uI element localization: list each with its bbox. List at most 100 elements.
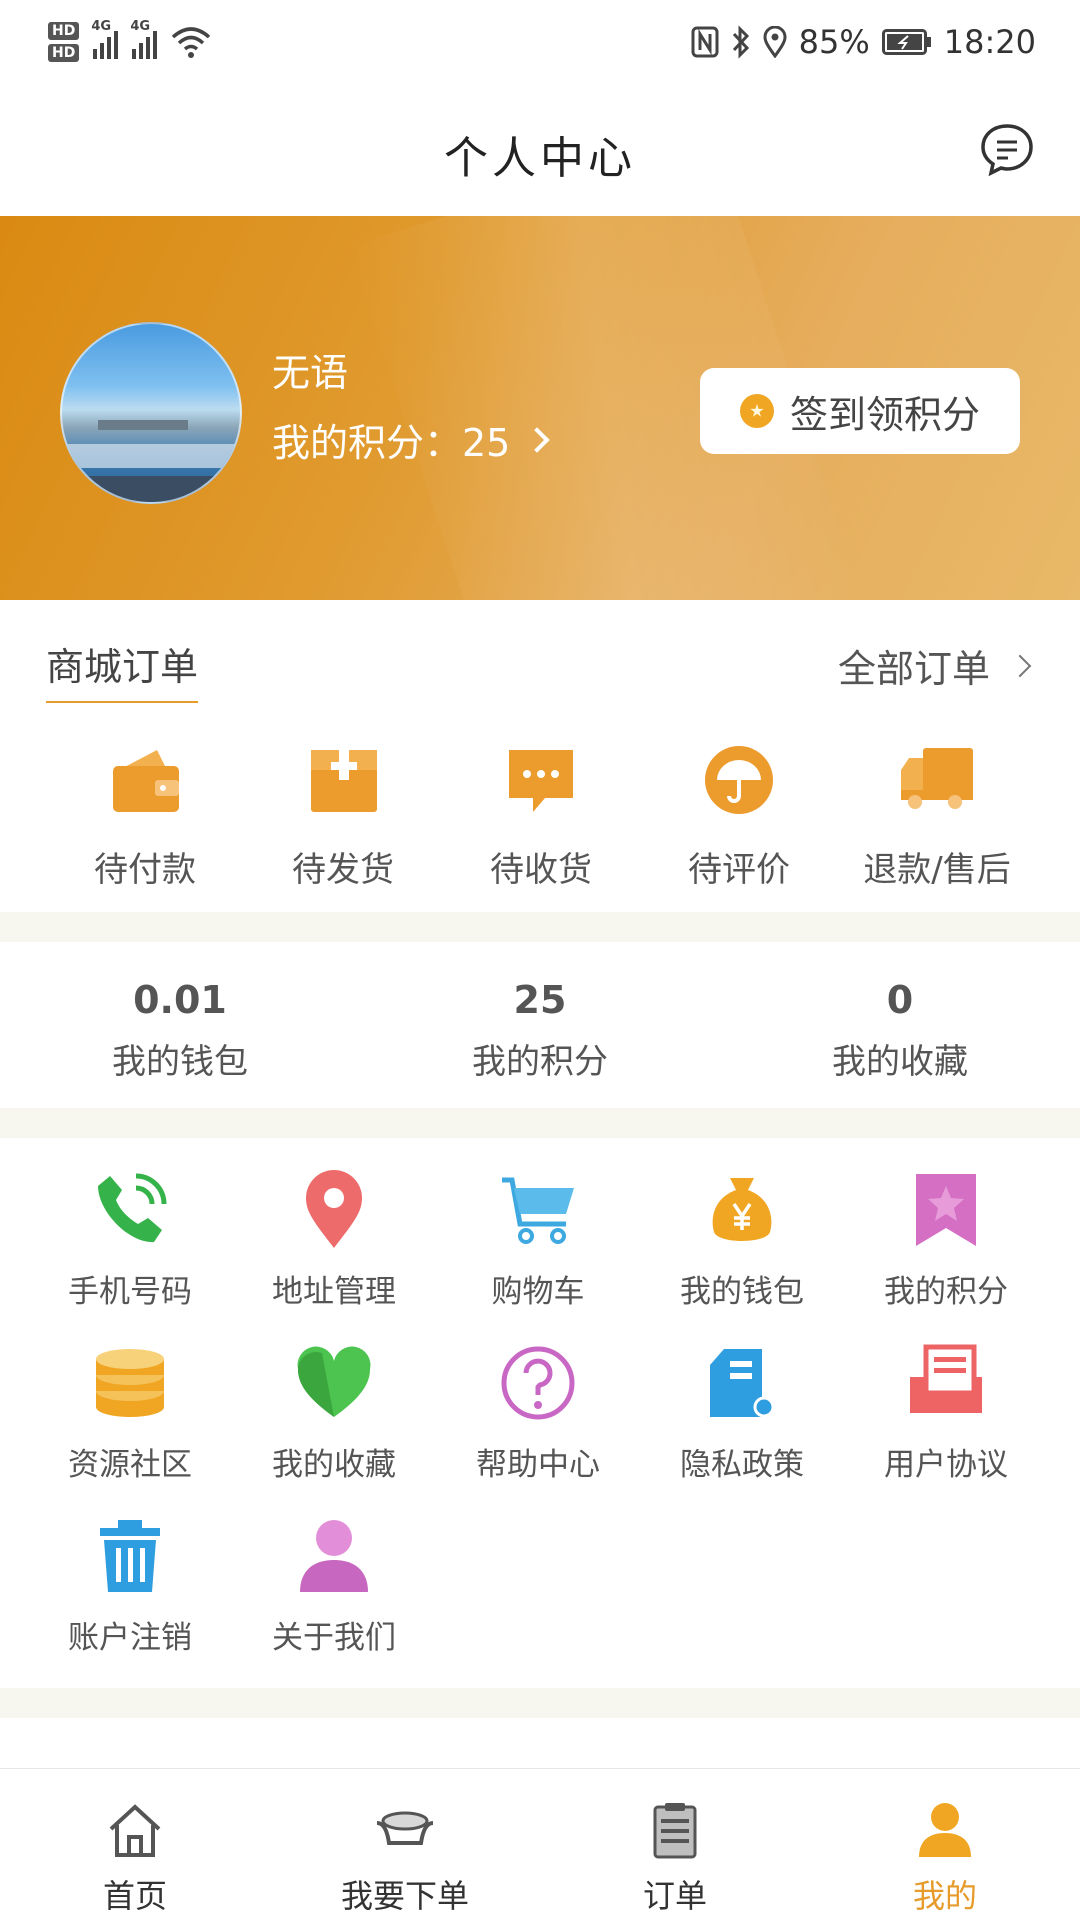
nav-label: 我要下单: [340, 1877, 469, 1915]
chevron-right-icon: [1008, 654, 1032, 677]
stat-points[interactable]: 25 我的积分: [360, 942, 720, 1108]
order-status-label: 退款/售后: [863, 850, 1011, 890]
network-type-2: 4G: [130, 19, 151, 34]
stats-row: 0.01 我的钱包 25 我的积分 0 我的收藏: [0, 942, 1080, 1108]
service-help[interactable]: 帮助中心: [436, 1341, 640, 1514]
star-coin-icon: [739, 394, 774, 428]
screen: HD HD 4G 4G 85% 18:20 个人中心 无语 我的积分：25 签到…: [0, 0, 1080, 1920]
phone-icon: [98, 1173, 167, 1243]
clipboard-icon: [653, 1803, 697, 1859]
avatar-city-skyline: [98, 420, 188, 430]
nav-orders[interactable]: 订单: [540, 1769, 810, 1920]
chat-bubble-icon: [509, 750, 573, 812]
service-label: 地址管理: [272, 1274, 396, 1310]
stat-value: 0: [886, 978, 914, 1022]
stat-label: 我的收藏: [832, 1042, 968, 1082]
message-icon: [981, 124, 1033, 177]
user-icon: [300, 1520, 368, 1592]
service-close-account[interactable]: 账户注销: [28, 1514, 232, 1687]
coin-stack-icon: [96, 1349, 164, 1417]
wallet-icon: [113, 750, 179, 812]
clock: 18:20: [943, 23, 1036, 61]
stat-wallet[interactable]: 0.01 我的钱包: [0, 942, 360, 1108]
checkin-button[interactable]: 签到领积分: [700, 368, 1020, 454]
stat-label: 我的钱包: [112, 1042, 248, 1082]
points-link[interactable]: 我的积分：25: [272, 412, 551, 467]
order-status-pending-shipment[interactable]: 待发货: [244, 740, 442, 891]
nav-home[interactable]: 首页: [0, 1769, 270, 1920]
stat-label: 我的积分: [472, 1042, 608, 1082]
hd-badge-1: HD: [48, 22, 80, 40]
service-label: 我的钱包: [680, 1274, 804, 1310]
avatar[interactable]: [60, 322, 242, 504]
home-icon: [109, 1804, 161, 1857]
service-label: 关于我们: [272, 1620, 396, 1656]
service-agreement[interactable]: 用户协议: [844, 1341, 1048, 1514]
avatar-shore: [62, 444, 240, 468]
service-favorites[interactable]: 我的收藏: [232, 1341, 436, 1514]
order-status-pending-payment[interactable]: 待付款: [46, 740, 244, 891]
umbrella-icon: [705, 746, 773, 814]
section-divider: [0, 912, 1080, 942]
nav-place-order[interactable]: 我要下单: [270, 1769, 540, 1920]
services-grid: 手机号码 地址管理 购物车 我的钱包 我的积分 资源社区 我的收藏 帮助中心 隐…: [28, 1168, 1048, 1687]
battery-icon: [881, 29, 931, 55]
signal-icon-2: 4G: [130, 19, 158, 59]
bottom-nav: 首页 我要下单 订单 我的: [0, 1768, 1080, 1920]
service-label: 购物车: [491, 1274, 585, 1310]
service-phone[interactable]: 手机号码: [28, 1168, 232, 1341]
network-type-1: 4G: [91, 19, 112, 34]
service-cart[interactable]: 购物车: [436, 1168, 640, 1341]
location-icon: [763, 26, 787, 58]
stat-favorites[interactable]: 0 我的收藏: [720, 942, 1080, 1108]
service-privacy[interactable]: 隐私政策: [640, 1341, 844, 1514]
bluetooth-icon: [732, 25, 749, 59]
package-icon: [311, 750, 377, 812]
order-status-pending-receipt[interactable]: 待收货: [442, 740, 640, 891]
avatar-rocks: [62, 476, 240, 502]
hd-indicators: HD HD: [48, 22, 80, 62]
truck-icon: [901, 748, 973, 809]
order-status-label: 待发货: [292, 850, 394, 890]
money-bag-icon: [712, 1178, 772, 1241]
order-status-pending-review[interactable]: 待评价: [640, 740, 838, 891]
order-status-label: 待评价: [688, 850, 790, 890]
service-about[interactable]: 关于我们: [232, 1514, 436, 1687]
services-section: 手机号码 地址管理 购物车 我的钱包 我的积分 资源社区 我的收藏 帮助中心 隐…: [0, 1138, 1080, 1688]
message-button[interactable]: [978, 120, 1036, 178]
orders-section: 商城订单 全部订单 待付款 待发货 待收货 待评价 退款/售后: [0, 600, 1080, 912]
service-wallet[interactable]: 我的钱包: [640, 1168, 844, 1341]
battery-percent: 85%: [798, 23, 870, 61]
status-left: HD HD 4G 4G: [48, 12, 211, 72]
service-label: 我的收藏: [272, 1447, 396, 1483]
service-label: 手机号码: [68, 1274, 192, 1310]
page-title: 个人中心: [444, 133, 636, 184]
cart-icon: [502, 1177, 574, 1244]
heart-icon: [297, 1346, 371, 1417]
service-label: 我的积分: [884, 1274, 1008, 1310]
chevron-right-icon: [524, 426, 551, 453]
ingot-icon: [376, 1811, 434, 1845]
service-label: 用户协议: [884, 1447, 1008, 1483]
service-points[interactable]: 我的积分: [844, 1168, 1048, 1341]
user-name: 无语: [272, 351, 349, 395]
section-divider: [0, 1688, 1080, 1718]
profile-banner: 无语 我的积分：25 签到领积分: [0, 216, 1080, 600]
order-status-refund[interactable]: 退款/售后: [838, 740, 1036, 891]
top-header: 个人中心: [0, 84, 1080, 217]
all-orders-link[interactable]: 全部订单: [838, 638, 1032, 693]
nav-label: 订单: [642, 1877, 707, 1915]
wifi-icon: [172, 27, 211, 58]
service-community[interactable]: 资源社区: [28, 1341, 232, 1514]
stat-value: 0.01: [133, 978, 227, 1022]
service-label: 隐私政策: [680, 1447, 804, 1483]
orders-title: 商城订单: [46, 636, 199, 703]
profile-icon: [919, 1803, 971, 1857]
nav-profile[interactable]: 我的: [810, 1769, 1080, 1920]
stat-value: 25: [513, 978, 567, 1022]
status-right: 85% 18:20: [691, 12, 1036, 72]
service-label: 帮助中心: [476, 1447, 600, 1483]
section-divider: [0, 1108, 1080, 1138]
service-address[interactable]: 地址管理: [232, 1168, 436, 1341]
nav-label: 首页: [102, 1877, 167, 1915]
